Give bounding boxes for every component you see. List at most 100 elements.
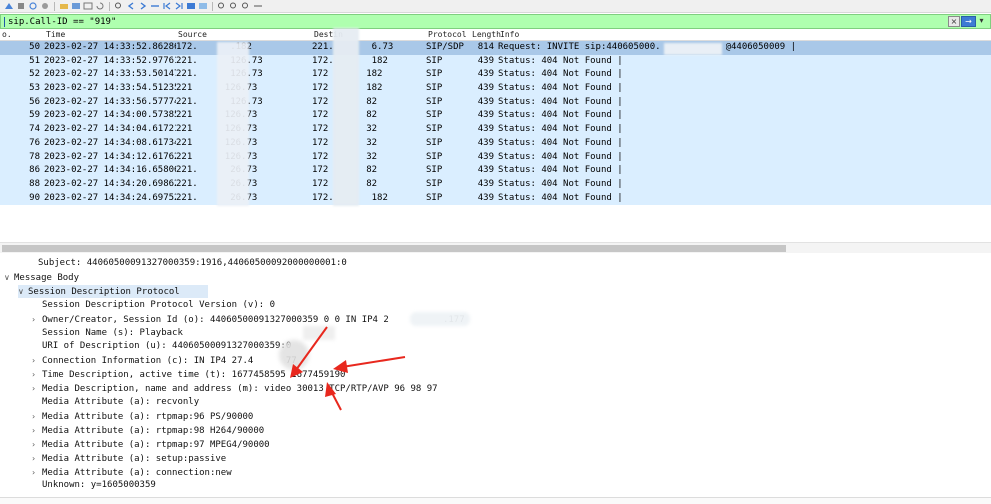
packet-row[interactable]: 532023-02-27 14:33:54.512352221 126.7317…: [0, 82, 991, 96]
packet-time: 2023-02-27 14:33:53.501471: [44, 69, 176, 80]
column-header-source[interactable]: Source: [176, 30, 312, 40]
last-packet-icon[interactable]: [174, 2, 184, 10]
detail-tree-item[interactable]: URI of Description (u): 4406050009132700…: [32, 340, 291, 353]
collapsed-chevron-icon[interactable]: ›: [32, 410, 42, 423]
packet-destination-tail: 182: [366, 83, 383, 94]
options-icon[interactable]: [40, 2, 50, 10]
collapsed-chevron-icon[interactable]: ›: [32, 424, 42, 437]
stop-icon[interactable]: [16, 2, 26, 10]
detail-tree-item[interactable]: Media Attribute (a): recvonly: [32, 396, 199, 409]
packet-time: 2023-02-27 14:34:24.697521: [44, 192, 176, 203]
packet-row[interactable]: 592023-02-27 14:34:00.573852221 126.7317…: [0, 109, 991, 124]
collapsed-chevron-icon[interactable]: ›: [32, 466, 42, 479]
normal-size-icon[interactable]: [241, 2, 251, 10]
close-file-icon[interactable]: [83, 2, 93, 10]
reload-icon[interactable]: [95, 2, 105, 10]
go-to-packet-icon[interactable]: [150, 2, 160, 10]
packet-info-head: Request: INVITE sip:440605000.: [498, 42, 661, 52]
packet-row[interactable]: 902023-02-27 14:34:24.697521221. 26.7317…: [0, 191, 991, 206]
scrollbar-thumb[interactable]: [2, 245, 786, 252]
display-filter-input[interactable]: [8, 15, 948, 28]
expanded-chevron-icon[interactable]: ∨: [18, 285, 28, 298]
packet-row[interactable]: 862023-02-27 14:34:16.658066221. 26.7317…: [0, 164, 991, 178]
open-file-icon[interactable]: [59, 2, 69, 10]
collapsed-chevron-icon[interactable]: ›: [32, 452, 42, 465]
packet-destination: 172 82: [312, 109, 426, 123]
restart-icon[interactable]: [28, 2, 38, 10]
collapsed-chevron-icon[interactable]: ›: [32, 354, 42, 367]
collapsed-chevron-icon[interactable]: ›: [32, 438, 42, 451]
column-header-protocol[interactable]: Protocol: [426, 30, 470, 40]
collapsed-chevron-icon[interactable]: ›: [32, 313, 42, 326]
packet-number: 59: [29, 110, 40, 121]
go-back-icon[interactable]: [126, 2, 136, 10]
packet-row[interactable]: 882023-02-27 14:34:20.698622221. 26.7317…: [0, 177, 991, 192]
collapsed-chevron-icon[interactable]: ›: [32, 368, 42, 381]
filter-buttons: × → ▾: [948, 16, 986, 27]
detail-tree-item[interactable]: Session Description Protocol Version (v)…: [32, 299, 275, 312]
zoom-in-icon[interactable]: [217, 2, 227, 10]
detail-item-text: Subject: 44060500091327000359:1916,44060…: [38, 258, 347, 268]
detail-tree-item[interactable]: Unknown: y=1605000359: [32, 479, 156, 492]
resize-columns-icon[interactable]: [253, 2, 263, 10]
first-packet-icon[interactable]: [162, 2, 172, 10]
zoom-out-icon[interactable]: [229, 2, 239, 10]
packet-row[interactable]: 562023-02-27 14:33:56.577746221. 126.731…: [0, 95, 991, 110]
redaction-blur: [410, 312, 470, 326]
packet-info-head: Status: 404 Not Found |: [498, 55, 623, 66]
packet-list-hscrollbar[interactable]: [0, 242, 991, 253]
detail-tree-item[interactable]: › Media Attribute (a): rtpmap:96 PS/90000: [32, 410, 253, 423]
packet-row[interactable]: 502023-02-27 14:33:52.862864172. .182221…: [0, 41, 991, 55]
main-toolbar: [0, 0, 991, 13]
packet-row[interactable]: 522023-02-27 14:33:53.501471221. 126.731…: [0, 68, 991, 83]
go-forward-icon[interactable]: [138, 2, 148, 10]
column-header-no[interactable]: o.: [0, 30, 44, 40]
packet-time: 2023-02-27 14:34:00.573852: [44, 110, 176, 121]
detail-tree-item[interactable]: › Media Attribute (a): setup:passive: [32, 452, 226, 465]
packet-destination-tail: 82: [366, 110, 378, 121]
expanded-chevron-icon[interactable]: ∨: [4, 271, 14, 284]
packet-protocol: SIP: [426, 124, 443, 135]
column-header-info[interactable]: Info: [498, 30, 519, 40]
packet-info: Status: 404 Not Found |: [498, 55, 991, 69]
save-file-icon[interactable]: [71, 2, 81, 10]
autoscroll-icon[interactable]: [186, 2, 196, 10]
shark-fin-icon[interactable]: [4, 2, 14, 10]
detail-tree-item[interactable]: › Media Attribute (a): rtpmap:98 H264/900…: [32, 424, 264, 437]
collapsed-chevron-icon[interactable]: ›: [32, 382, 42, 395]
detail-tree-item[interactable]: › Media Description, name and address (m)…: [32, 382, 438, 395]
clear-filter-button[interactable]: ×: [948, 16, 960, 27]
detail-item-text: Owner/Creator, Session Id (o): 440605000…: [42, 314, 465, 325]
filter-bookmark-icon[interactable]: [4, 16, 5, 27]
filter-history-dropdown[interactable]: ▾: [977, 16, 986, 27]
detail-item-text: URI of Description (u): 4406050009132700…: [42, 341, 292, 352]
detail-item-text: Media Attribute (a): rtpmap:97 MPEG4/900…: [42, 439, 270, 450]
packet-row[interactable]: 742023-02-27 14:34:04.617214221 126.7317…: [0, 123, 991, 137]
detail-tree-item[interactable]: ∨ Session Description Protocol: [18, 284, 208, 298]
detail-tree-item[interactable]: › Time Description, active time (t): 1677…: [32, 368, 345, 381]
detail-tree-item[interactable]: Subject: 44060500091327000359:1916,44060…: [38, 257, 347, 270]
packet-row[interactable]: 512023-02-27 14:33:52.977617221. 126.731…: [0, 54, 991, 69]
packet-info: Status: 404 Not Found |: [498, 178, 991, 192]
detail-tree-item[interactable]: Session Name (s): Playback: [32, 327, 183, 340]
detail-tree-item[interactable]: ∨ Message Body: [4, 271, 79, 284]
packet-destination-tail: 182: [371, 192, 388, 203]
find-icon[interactable]: [114, 2, 124, 10]
detail-tree-item[interactable]: › Media Attribute (a): connection:new: [32, 466, 232, 479]
packet-info: Status: 404 Not Found |: [498, 109, 991, 123]
packet-protocol: SIP: [426, 110, 443, 121]
apply-filter-button[interactable]: →: [961, 16, 976, 27]
detail-tree-item[interactable]: › Owner/Creator, Session Id (o): 44060500…: [32, 313, 465, 326]
packet-row[interactable]: 782023-02-27 14:34:12.617629221 126.7317…: [0, 150, 991, 165]
column-header-destination[interactable]: Destin: [312, 30, 426, 40]
colorize-icon[interactable]: [198, 2, 208, 10]
detail-item-text: Message Body: [14, 272, 80, 283]
detail-item-text: Media Attribute (a): rtpmap:98 H264/9000…: [42, 425, 265, 436]
detail-tree-item[interactable]: › Connection Information (c): IN IP4 27.4…: [32, 354, 297, 367]
packet-info: Status: 404 Not Found |: [498, 82, 991, 96]
detail-tree-item[interactable]: › Media Attribute (a): rtpmap:97 MPEG4/90…: [32, 438, 270, 451]
column-header-time[interactable]: Time: [44, 30, 176, 40]
toolbar-divider: [54, 1, 55, 11]
column-header-length[interactable]: Length: [470, 30, 501, 40]
packet-row[interactable]: 762023-02-27 14:34:08.617342221 126.7317…: [0, 136, 991, 151]
